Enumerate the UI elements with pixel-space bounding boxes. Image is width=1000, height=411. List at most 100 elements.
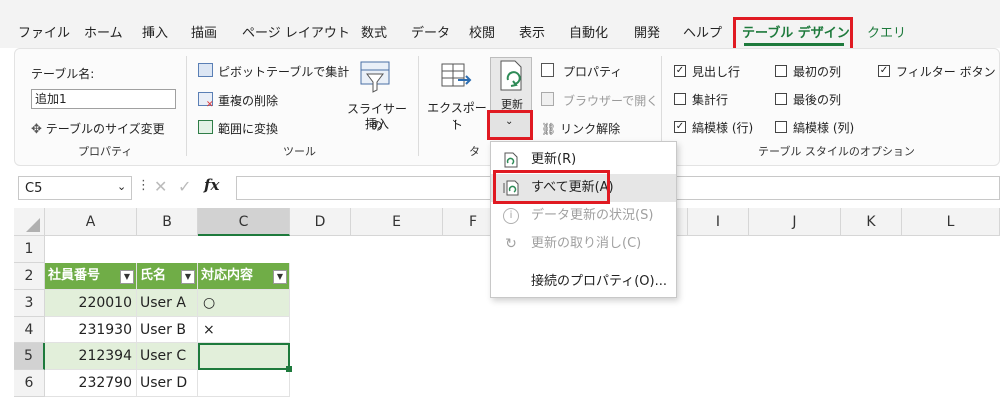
table-cell[interactable]: 212394 <box>45 343 137 370</box>
open-in-browser-button[interactable]: ブラウザーで開く <box>541 92 658 109</box>
table-cell[interactable]: User C <box>137 343 198 370</box>
row-header-4[interactable]: 4 <box>14 317 45 343</box>
enter-check-icon[interactable]: ✓ <box>178 177 191 196</box>
filter-dropdown-icon[interactable]: ▼ <box>273 270 287 284</box>
column-header-a[interactable]: A <box>45 208 137 236</box>
tab-developer[interactable]: 開発 <box>634 22 660 41</box>
last-column-label: 最後の列 <box>793 93 842 107</box>
fill-handle[interactable] <box>286 366 292 372</box>
row-header-3[interactable]: 3 <box>14 290 45 317</box>
refresh-icon <box>504 152 518 168</box>
group-label-external-data: タ <box>469 145 480 158</box>
banded-columns-label: 縞模様 (列) <box>793 121 855 135</box>
formula-bar-splitter[interactable]: ⋮ <box>137 178 150 193</box>
column-header-e[interactable]: E <box>351 208 443 236</box>
table-header-response[interactable]: 対応内容 ▼ <box>198 263 290 290</box>
name-box-value: C5 <box>25 181 43 196</box>
active-cell-c5[interactable] <box>198 343 290 370</box>
table-name-input[interactable]: 追加1 <box>31 89 176 109</box>
refresh-dropdown-button[interactable]: ⌄ <box>490 112 532 138</box>
tab-table-design[interactable]: テーブル デザイン <box>742 22 850 41</box>
table-cell[interactable] <box>198 370 290 397</box>
last-column-checkbox[interactable] <box>775 93 787 105</box>
convert-to-range-button[interactable]: 範囲に変換 <box>198 120 278 137</box>
column-header-j[interactable]: J <box>749 208 841 236</box>
resize-icon: ✥ <box>31 122 42 137</box>
table-cell[interactable]: ○ <box>198 290 290 317</box>
menu-item-label: すべて更新(A) <box>531 180 614 195</box>
resize-table-button[interactable]: ✥ テーブルのサイズ変更 <box>31 120 165 137</box>
header-row-checkbox[interactable]: ✓ <box>674 65 686 77</box>
row-header-6[interactable]: 6 <box>14 370 45 397</box>
refresh-dropdown-menu: 更新(R) すべて更新(A) i データ更新の状況(S) ↻ 更新の取り消し(C… <box>490 141 677 298</box>
row-header-1[interactable]: 1 <box>14 236 45 263</box>
banded-rows-label: 縞模様 (行) <box>692 121 754 135</box>
menu-item-label: 更新の取り消し(C) <box>531 236 642 251</box>
filter-button-checkbox[interactable]: ✓ <box>878 65 890 77</box>
select-all-corner[interactable] <box>14 208 45 236</box>
table-properties-button[interactable]: プロパティ <box>541 63 622 80</box>
export-button[interactable]: エクスポート ⌄ <box>424 60 487 132</box>
slicer-label-line2: 挿入 <box>364 117 389 131</box>
first-column-checkbox[interactable] <box>775 65 787 77</box>
table-cell[interactable]: × <box>198 317 290 343</box>
table-cell[interactable]: User A <box>137 290 198 317</box>
tab-file[interactable]: ファイル <box>18 22 70 41</box>
tab-help[interactable]: ヘルプ <box>683 22 722 41</box>
row-header-5[interactable]: 5 <box>14 343 45 370</box>
tab-query[interactable]: クエリ <box>867 22 906 41</box>
menu-item-refresh-status[interactable]: i データ更新の状況(S) <box>491 202 676 230</box>
banded-rows-checkbox[interactable]: ✓ <box>674 121 686 133</box>
header-row-label: 見出し行 <box>692 65 741 79</box>
table-cell[interactable]: 231930 <box>45 317 137 343</box>
column-header-l[interactable]: L <box>902 208 1000 236</box>
table-header-label: 氏名 <box>140 268 167 283</box>
unlink-button[interactable]: ⛓ リンク解除 <box>541 120 620 137</box>
insert-function-button[interactable]: fx <box>204 176 219 194</box>
table-cell[interactable]: 220010 <box>45 290 137 317</box>
table-cell[interactable]: User D <box>137 370 198 397</box>
chevron-down-icon: ⌄ <box>451 115 459 125</box>
table-cell[interactable]: User B <box>137 317 198 343</box>
tab-home[interactable]: ホーム <box>84 22 123 41</box>
tab-automate[interactable]: 自動化 <box>569 22 608 41</box>
group-separator <box>418 56 419 156</box>
pivot-summarize-button[interactable]: ピボットテーブルで集計 <box>198 63 349 80</box>
browser-icon <box>541 92 554 106</box>
refresh-button[interactable]: 更新 <box>490 57 532 111</box>
table-header-label: 対応内容 <box>201 268 254 283</box>
insert-slicer-button[interactable]: スライサーの 挿入 <box>344 60 410 140</box>
filter-dropdown-icon[interactable]: ▼ <box>181 270 195 284</box>
total-row-checkbox[interactable] <box>674 93 686 105</box>
refresh-label: 更新 <box>501 98 523 111</box>
menu-item-refresh[interactable]: 更新(R) <box>491 146 676 174</box>
menu-item-connection-properties[interactable]: 接続のプロパティ(O)... <box>491 268 676 296</box>
select-all-triangle-icon <box>26 218 40 232</box>
group-label-properties: プロパティ <box>78 145 133 158</box>
filter-dropdown-icon[interactable]: ▼ <box>120 270 134 284</box>
tab-insert[interactable]: 挿入 <box>142 22 168 41</box>
banded-columns-checkbox[interactable] <box>775 121 787 133</box>
menu-item-cancel-refresh[interactable]: ↻ 更新の取り消し(C) <box>491 230 676 258</box>
column-header-b[interactable]: B <box>137 208 198 236</box>
tab-data[interactable]: データ <box>411 22 450 41</box>
tab-review[interactable]: 校閲 <box>469 22 495 41</box>
tab-view[interactable]: 表示 <box>519 22 545 41</box>
table-cell[interactable]: 232790 <box>45 370 137 397</box>
tab-formulas[interactable]: 数式 <box>361 22 387 41</box>
tab-draw[interactable]: 描画 <box>191 22 217 41</box>
export-icon <box>441 63 472 87</box>
column-header-k[interactable]: K <box>841 208 902 236</box>
table-header-employee-id[interactable]: 社員番号 ▼ <box>45 263 137 290</box>
row-header-2[interactable]: 2 <box>14 263 45 290</box>
remove-duplicates-button[interactable]: ✕ 重複の削除 <box>198 92 278 110</box>
table-header-name[interactable]: 氏名 ▼ <box>137 263 198 290</box>
tab-page-layout[interactable]: ページ レイアウト <box>242 22 350 41</box>
properties-icon <box>541 63 554 77</box>
column-header-i[interactable]: I <box>688 208 749 236</box>
cancel-icon[interactable]: ✕ <box>154 177 167 196</box>
column-header-c[interactable]: C <box>198 208 290 236</box>
menu-item-refresh-all[interactable]: すべて更新(A) <box>491 174 676 202</box>
name-box[interactable]: C5 ⌄ <box>18 176 132 200</box>
column-header-d[interactable]: D <box>290 208 351 236</box>
